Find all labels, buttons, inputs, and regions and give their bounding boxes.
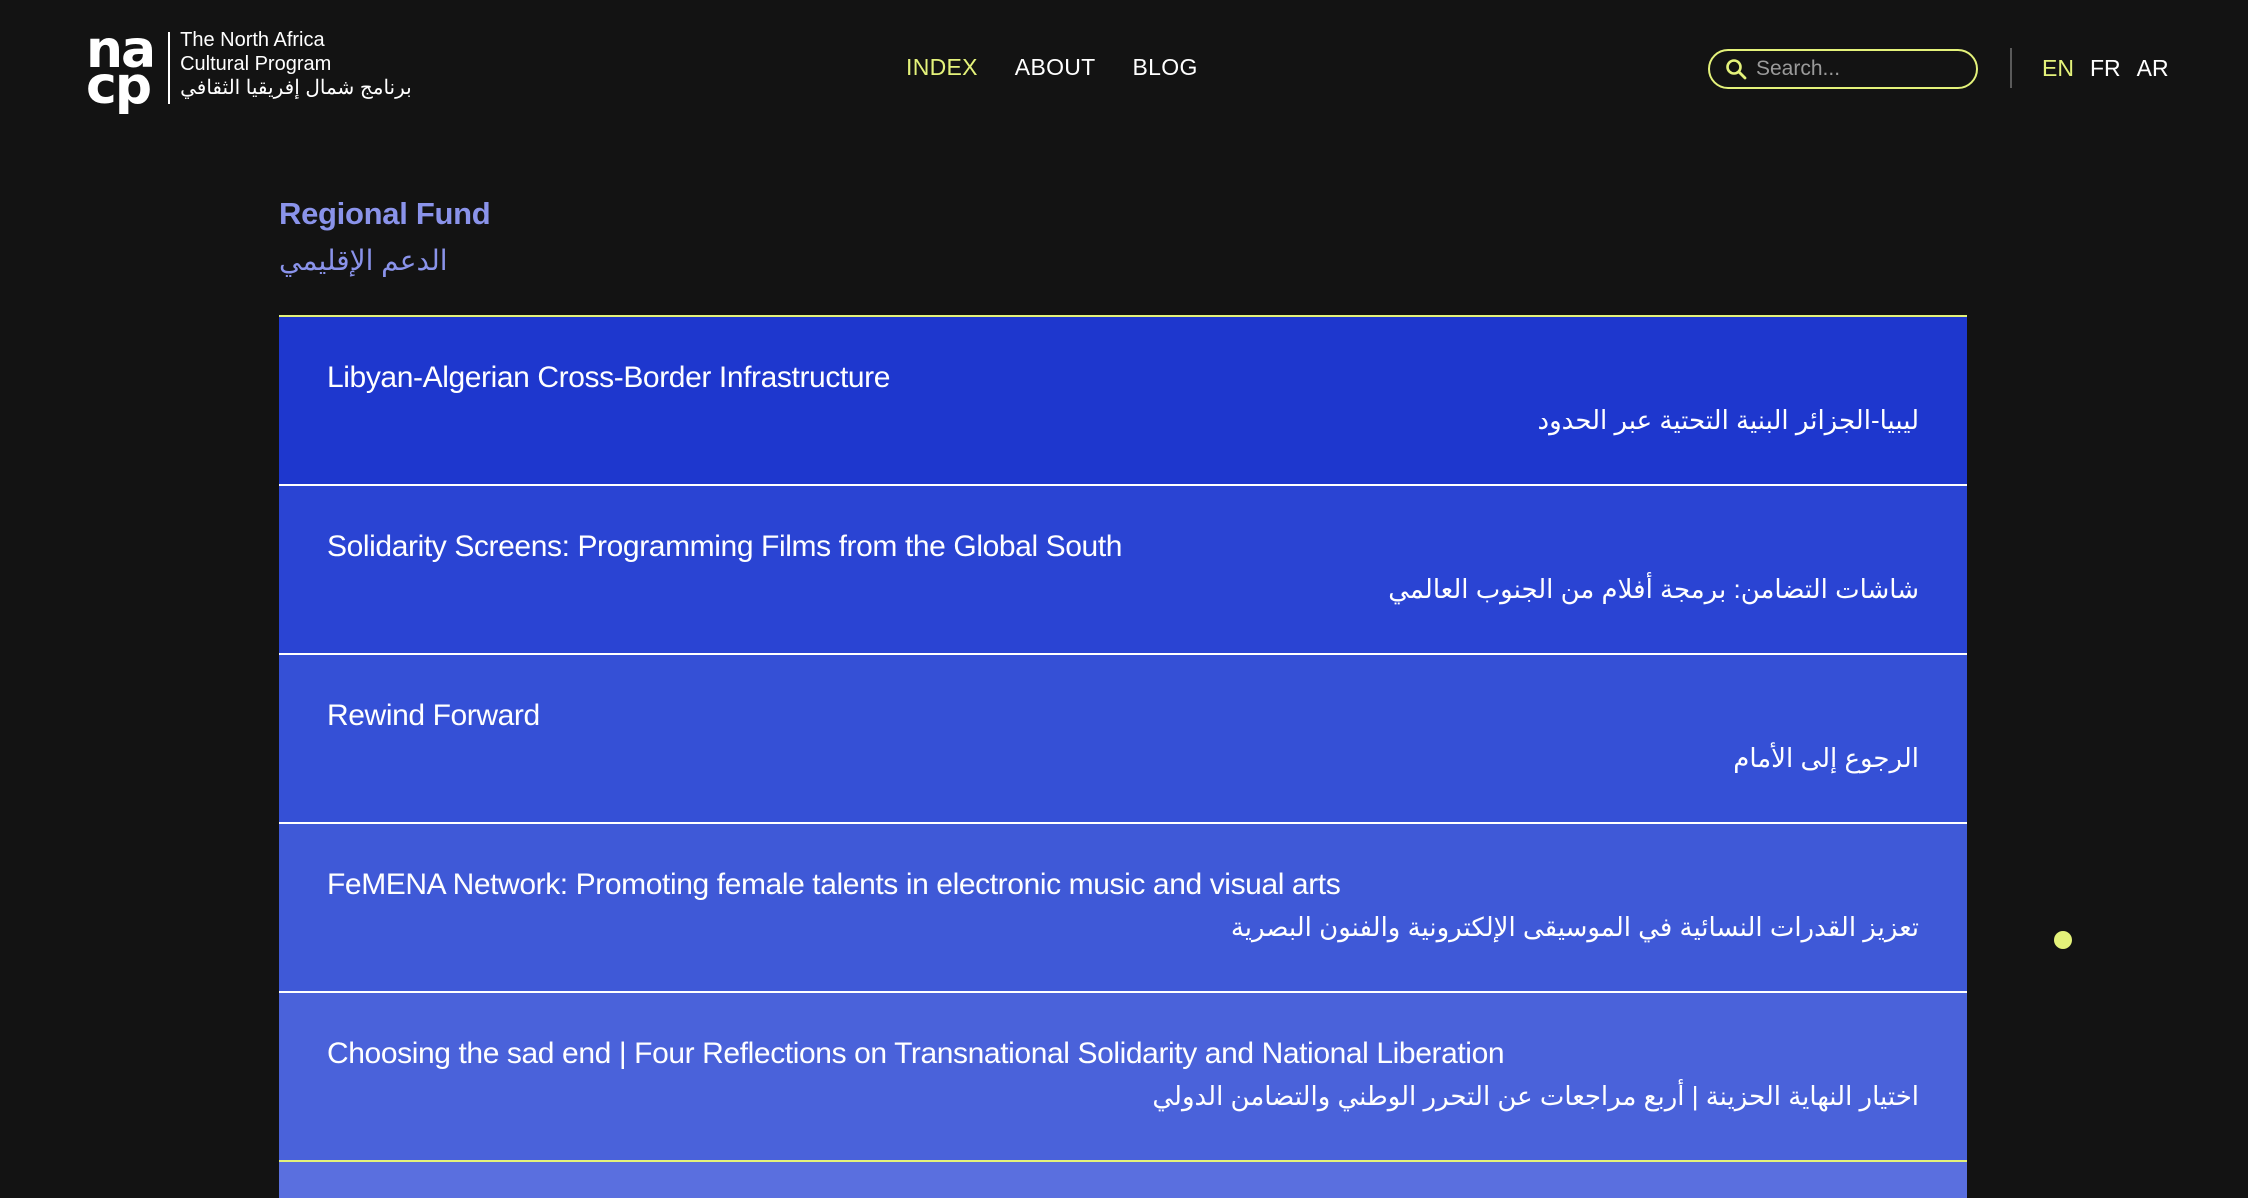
search-box xyxy=(1708,49,1978,89)
language-switcher: EN FR AR xyxy=(2042,55,2169,82)
lang-en[interactable]: EN xyxy=(2042,55,2074,82)
logo-mark-line2: cp xyxy=(86,56,152,116)
project-item-partial[interactable] xyxy=(279,1162,1967,1198)
site-header: na cp The North Africa Cultural Program … xyxy=(0,0,2248,140)
project-item[interactable]: Rewind Forward الرجوع إلى الأمام xyxy=(279,655,1967,824)
site-logo[interactable]: na cp The North Africa Cultural Program … xyxy=(86,24,412,116)
project-item[interactable]: Solidarity Screens: Programming Films fr… xyxy=(279,486,1967,655)
nav-blog[interactable]: BLOG xyxy=(1133,54,1198,81)
lang-ar[interactable]: AR xyxy=(2137,55,2169,82)
logo-mark: na cp xyxy=(86,24,156,116)
lang-fr[interactable]: FR xyxy=(2090,55,2121,82)
logo-text-arabic: برنامج شمال إفريقيا الثقافي xyxy=(180,77,412,99)
logo-text: The North Africa Cultural Program برنامج… xyxy=(180,28,412,100)
project-item[interactable]: Choosing the sad end | Four Reflections … xyxy=(279,993,1967,1162)
project-title-arabic: شاشات التضامن: برمجة أفلام من الجنوب الع… xyxy=(1388,574,1919,604)
status-dot-icon xyxy=(2054,931,2072,949)
project-item[interactable]: Libyan-Algerian Cross-Border Infrastruct… xyxy=(279,317,1967,486)
project-title: Rewind Forward xyxy=(327,699,540,732)
project-title: Choosing the sad end | Four Reflections … xyxy=(327,1037,1505,1070)
nav-index[interactable]: INDEX xyxy=(906,54,978,81)
nav-about[interactable]: ABOUT xyxy=(1015,54,1096,81)
logo-divider xyxy=(168,32,171,104)
project-title-arabic: تعزيز القدرات النسائية في الموسيقى الإلك… xyxy=(1230,912,1919,942)
project-title: Solidarity Screens: Programming Films fr… xyxy=(327,530,1123,563)
header-divider xyxy=(2010,48,2012,88)
section-title-arabic: الدعم الإقليمي xyxy=(279,245,448,276)
project-title-arabic: الرجوع إلى الأمام xyxy=(1733,743,1919,773)
project-list: Libyan-Algerian Cross-Border Infrastruct… xyxy=(279,315,1967,1198)
project-title-arabic: ليبيا-الجزائر البنية التحتية عبر الحدود xyxy=(1537,405,1919,435)
project-title: Libyan-Algerian Cross-Border Infrastruct… xyxy=(327,361,891,394)
logo-text-line1: The North Africa xyxy=(180,29,325,51)
search-input[interactable] xyxy=(1756,57,1956,81)
project-title: FeMENA Network: Promoting female talents… xyxy=(327,868,1341,901)
search-icon xyxy=(1726,59,1747,80)
project-item[interactable]: FeMENA Network: Promoting female talents… xyxy=(279,824,1967,993)
logo-text-line2: Cultural Program xyxy=(180,53,332,75)
section-title: Regional Fund xyxy=(279,196,491,231)
project-title-arabic: اختيار النهاية الحزينة | أربع مراجعات عن… xyxy=(1152,1081,1919,1111)
main-nav: INDEX ABOUT BLOG xyxy=(906,54,1198,81)
